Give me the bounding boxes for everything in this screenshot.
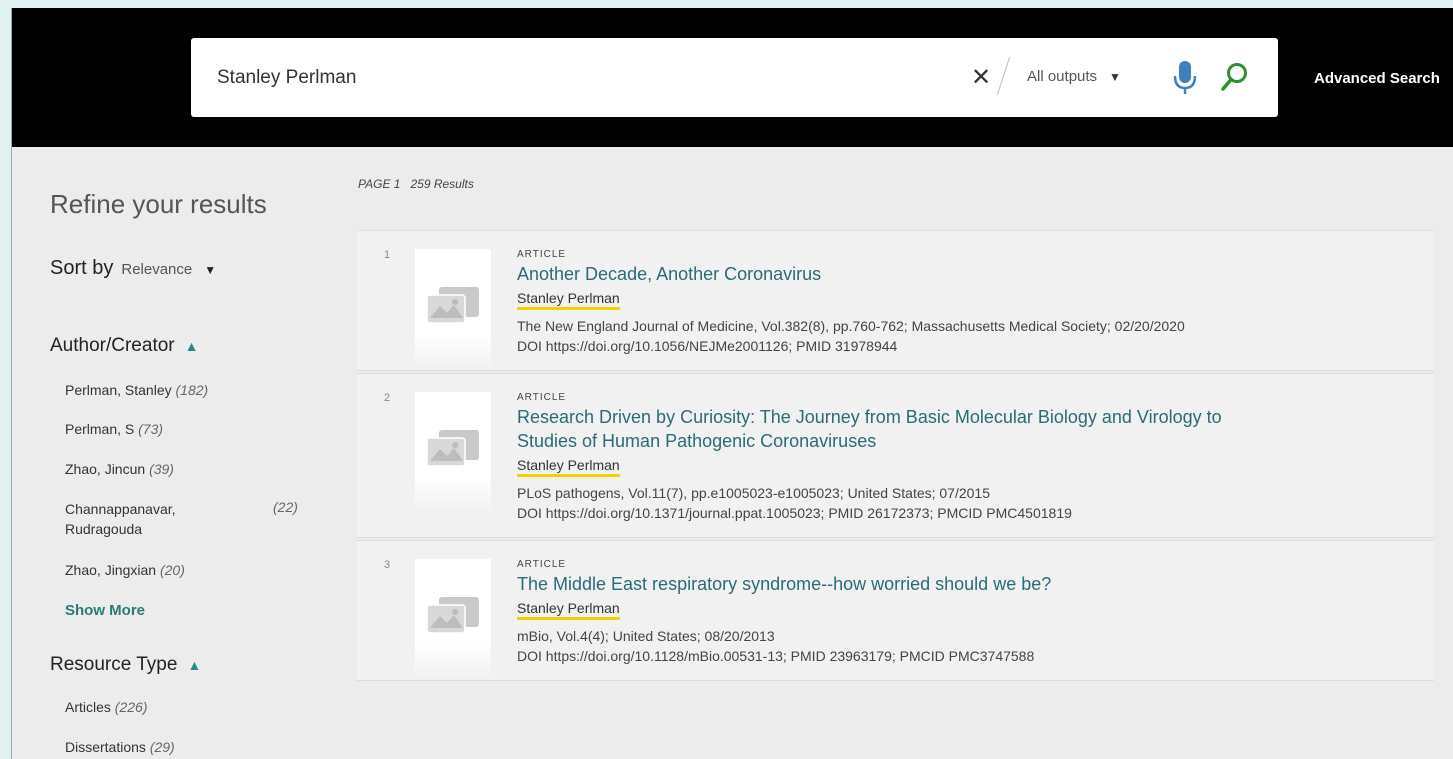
- sort-label: Sort by: [50, 257, 114, 279]
- facet-item-count: (22): [273, 499, 298, 515]
- result-author-link[interactable]: Stanley Perlman: [517, 290, 620, 310]
- facet-item-label: Articles: [65, 699, 111, 715]
- facet-item-label: Perlman, S: [65, 421, 135, 437]
- result-type: ARTICLE: [517, 559, 567, 570]
- result-title-link[interactable]: Another Decade, Another Coronavirus: [517, 262, 1237, 286]
- app-frame: ✕ All outputs ▼ Advanced Search Refine yo…: [11, 8, 1453, 759]
- result-body: ARTICLE The Middle East respiratory synd…: [517, 541, 1434, 680]
- advanced-search-link[interactable]: Advanced Search: [1314, 70, 1440, 87]
- result-type: ARTICLE: [517, 249, 567, 260]
- page-indicator: PAGE 1: [358, 177, 401, 191]
- facet-item-count: (39): [149, 461, 174, 477]
- facet-item-resource[interactable]: Dissertations (29): [65, 739, 175, 755]
- image-placeholder-icon: [426, 597, 479, 634]
- chevron-up-icon: ▲: [187, 657, 202, 673]
- thumbnail-placeholder[interactable]: [415, 249, 491, 369]
- search-header: ✕ All outputs ▼ Advanced Search: [12, 8, 1453, 147]
- result-source: mBio, Vol.4(4); United States; 08/20/201…: [517, 628, 775, 644]
- result-title-link[interactable]: The Middle East respiratory syndrome--ho…: [517, 572, 1237, 596]
- results-list: 1 ARTICLE Another Decade, Another Corona…: [357, 230, 1434, 681]
- result-source: PLoS pathogens, Vol.11(7), pp.e1005023-e…: [517, 485, 990, 501]
- facet-item-label: Zhao, Jincun: [65, 461, 146, 477]
- thumbnail-placeholder[interactable]: [415, 392, 491, 512]
- result-source: The New England Journal of Medicine, Vol…: [517, 318, 1185, 334]
- search-icon[interactable]: [1221, 62, 1249, 97]
- sort-by: Sort by Relevance ▼: [50, 257, 216, 280]
- result-identifiers: DOI https://doi.org/10.1371/journal.ppat…: [517, 505, 1072, 521]
- search-scope-dropdown[interactable]: All outputs ▼: [1027, 68, 1121, 85]
- search-input[interactable]: [217, 62, 917, 94]
- result-identifiers: DOI https://doi.org/10.1056/NEJMe2001126…: [517, 338, 898, 354]
- facet-item-author[interactable]: Channappanavar, Rudragouda (22): [65, 499, 305, 539]
- result-body: ARTICLE Research Driven by Curiosity: Th…: [517, 374, 1434, 537]
- facet-item-count: (29): [149, 739, 175, 755]
- result-type: ARTICLE: [517, 392, 567, 403]
- facet-item-author[interactable]: Perlman, Stanley (182): [65, 382, 208, 398]
- result-item: 3 ARTICLE The Middle East respiratory sy…: [357, 540, 1434, 681]
- search-bar: ✕ All outputs ▼: [191, 38, 1278, 117]
- facet-item-label: Dissertations: [65, 739, 146, 755]
- facet-author-title[interactable]: Author/Creator ▲: [50, 335, 198, 357]
- clear-search-button[interactable]: ✕: [971, 62, 991, 94]
- sort-value: Relevance: [121, 261, 193, 278]
- image-placeholder-icon: [426, 430, 479, 467]
- refine-title: Refine your results: [50, 189, 267, 219]
- microphone-icon[interactable]: [1173, 60, 1197, 101]
- result-number: 3: [384, 559, 391, 571]
- facet-item-author[interactable]: Zhao, Jingxian (20): [65, 562, 185, 578]
- caret-down-icon: ▼: [1109, 70, 1121, 84]
- facet-item-label: Zhao, Jingxian: [65, 562, 157, 578]
- facet-resource-title[interactable]: Resource Type ▲: [50, 654, 201, 676]
- result-author-link[interactable]: Stanley Perlman: [517, 600, 620, 620]
- refine-sidebar: Refine your results Sort by Relevance ▼ Au…: [12, 147, 342, 759]
- results-header: PAGE 1 259 Results: [358, 177, 474, 191]
- facet-item-count: (226): [114, 699, 148, 715]
- facet-item-count: (73): [138, 421, 164, 437]
- search-scope-value: All outputs: [1027, 68, 1098, 85]
- facet-item-author[interactable]: Zhao, Jincun (39): [65, 461, 174, 477]
- result-identifiers: DOI https://doi.org/10.1128/mBio.00531-1…: [517, 648, 1035, 664]
- facet-item-author[interactable]: Perlman, S (73): [65, 421, 163, 437]
- search-divider: [996, 56, 1011, 96]
- thumbnail-placeholder[interactable]: [415, 559, 491, 679]
- caret-down-icon: ▼: [204, 263, 217, 277]
- result-author-link[interactable]: Stanley Perlman: [517, 457, 620, 477]
- facet-item-count: (20): [159, 562, 185, 578]
- show-more-link[interactable]: Show More: [65, 602, 145, 619]
- result-number: 2: [384, 392, 391, 404]
- facet-item-label: Channappanavar, Rudragouda: [65, 501, 176, 537]
- result-title-link[interactable]: Research Driven by Curiosity: The Journe…: [517, 405, 1237, 453]
- image-placeholder-icon: [426, 287, 479, 324]
- facet-item-label: Perlman, Stanley: [65, 382, 172, 398]
- results-count: 259 Results: [410, 177, 474, 191]
- result-body: ARTICLE Another Decade, Another Coronavi…: [517, 231, 1434, 370]
- facet-resource-label: Resource Type: [50, 654, 178, 675]
- sort-dropdown[interactable]: Relevance ▼: [121, 261, 216, 278]
- facet-item-count: (182): [175, 382, 209, 398]
- result-number: 1: [384, 249, 391, 261]
- result-item: 2 ARTICLE Research Driven by Curiosity: …: [357, 373, 1434, 538]
- result-item: 1 ARTICLE Another Decade, Another Corona…: [357, 230, 1434, 371]
- chevron-up-icon: ▲: [184, 338, 199, 354]
- facet-item-resource[interactable]: Articles (226): [65, 699, 147, 715]
- facet-author-label: Author/Creator: [50, 335, 175, 356]
